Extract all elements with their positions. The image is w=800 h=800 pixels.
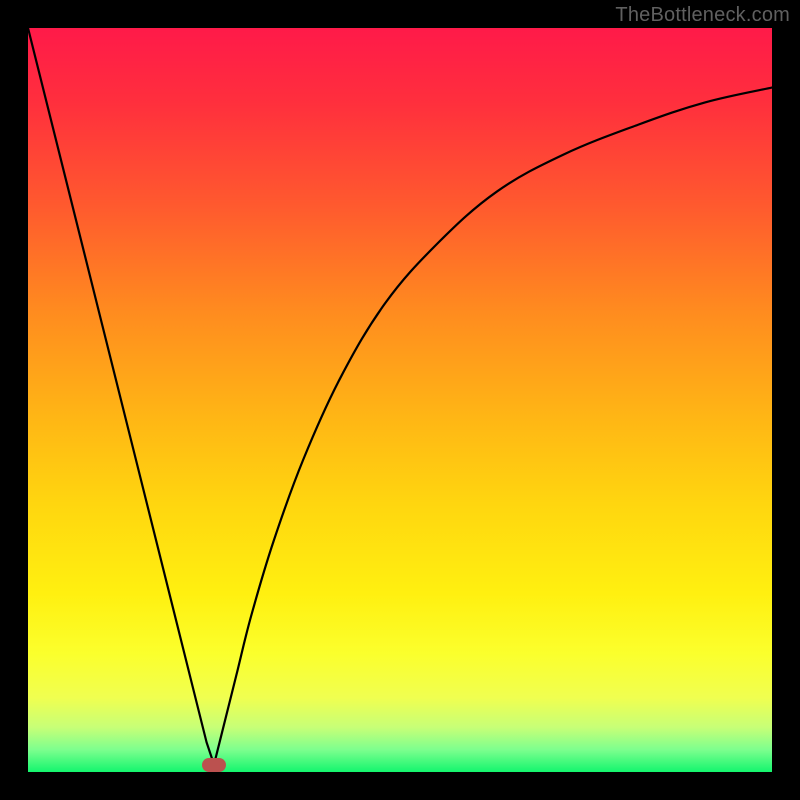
watermark-text: TheBottleneck.com	[615, 4, 790, 27]
bottleneck-curve	[28, 28, 772, 772]
chart-frame: TheBottleneck.com	[0, 0, 800, 800]
plot-area	[28, 28, 772, 772]
optimum-marker	[202, 758, 226, 772]
